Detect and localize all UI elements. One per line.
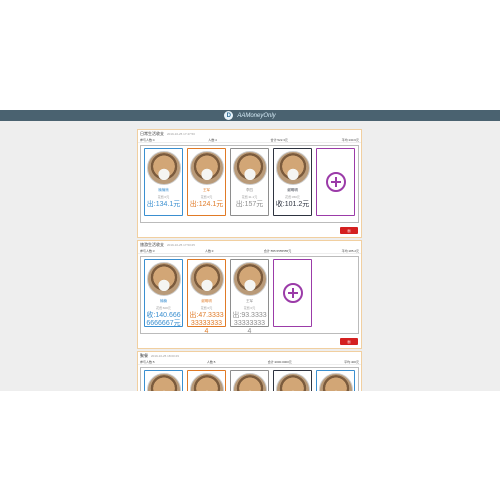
- member-card[interactable]: [230, 370, 269, 391]
- dog-avatar-icon: [232, 151, 267, 185]
- panel-summary: 参与人数:4 人数:4 合计:522.3元 平均:130.6元: [138, 137, 361, 143]
- total-amount: 合计:555.5555555元: [263, 248, 292, 253]
- panel-summary: 参与人数:5 人数:5 合计:2000.0000元 平均:400元: [138, 359, 361, 365]
- main-content[interactable]: 日常生活收支 2019-10-25 17:47:50 参与人数:4 人数:4 合…: [0, 121, 500, 391]
- plus-circle-icon: [282, 283, 303, 303]
- member-card[interactable]: 楠楠熊 花费:0元 出:134.1元: [144, 148, 183, 216]
- member-spent: 花费:0元: [157, 195, 170, 199]
- member-balance: 出:124.1元: [189, 201, 224, 208]
- member-card[interactable]: [187, 370, 226, 391]
- expense-panel: 聚餐 2019-10-25 18:00:29 参与人数:5 人数:5 合计:20…: [137, 351, 362, 391]
- member-balance: 出:47.3333333333334: [189, 312, 224, 335]
- member-card[interactable]: 楠楠 花费:600元 收:140.6666666667元: [144, 259, 183, 327]
- dog-avatar-icon: [275, 151, 310, 185]
- add-member-button[interactable]: [316, 148, 355, 216]
- total-amount: 合计:522.3元: [270, 137, 288, 142]
- member-card[interactable]: 王军 花费:0元 出:93.3333333333334: [230, 259, 269, 335]
- member-card[interactable]: 李四 花费:11.1元 出:157元: [230, 148, 269, 216]
- panel-date: 2019-10-25 17:47:50: [167, 132, 195, 136]
- panel-title: 旅游生活收支: [140, 242, 164, 247]
- expense-panel: 旅游生活收支 2019-10-25 17:53:25 参与人数:3 人数:3 合…: [137, 240, 362, 349]
- panel-footer: 删: [138, 336, 361, 348]
- member-name: 楠楠熊: [158, 188, 169, 192]
- top-navbar: D AAMoneyOnly: [0, 110, 500, 121]
- member-balance: 出:93.3333333333334: [232, 312, 267, 335]
- member-cards: 楠楠 花费:600元 收:140.6666666667元 谢明明 花费:0元 出…: [140, 256, 359, 335]
- people-count: 人数:5: [206, 359, 216, 364]
- member-spent: 花费:0元: [243, 306, 256, 310]
- panel-summary: 参与人数:3 人数:3 合计:555.5555555元 平均:185.2元: [138, 248, 361, 254]
- member-cards: [140, 367, 359, 391]
- member-card[interactable]: [144, 370, 183, 391]
- dog-avatar-icon: [275, 373, 310, 391]
- panel-title: 日常生活收支: [140, 131, 164, 136]
- participant-count: 参与人数:3: [140, 248, 155, 253]
- member-balance: 出:134.1元: [146, 201, 181, 208]
- panel-header: 聚餐 2019-10-25 18:00:29: [138, 352, 361, 359]
- panel-footer: 删: [138, 225, 361, 237]
- member-spent: 花费:11.1元: [241, 195, 258, 199]
- member-spent: 花费:0元: [200, 195, 213, 199]
- member-card[interactable]: 谢明明 花费:0元 出:47.3333333333334: [187, 259, 226, 335]
- average-amount: 平均:400元: [344, 359, 359, 364]
- panel-header: 日常生活收支 2019-10-25 17:47:50: [138, 130, 361, 137]
- average-amount: 平均:185.2元: [341, 248, 359, 253]
- people-count: 人数:4: [208, 137, 217, 142]
- add-member-button[interactable]: [273, 259, 312, 327]
- member-card[interactable]: 王军 花费:0元 出:124.1元: [187, 148, 226, 216]
- member-card[interactable]: 谢明明 花费:360元 收:101.2元: [273, 148, 312, 216]
- panel-header: 旅游生活收支 2019-10-25 17:53:25: [138, 241, 361, 248]
- member-cards: 楠楠熊 花费:0元 出:134.1元 王军 花费:0元 出:124.1元 李四 …: [140, 145, 359, 223]
- member-name: 王军: [246, 299, 253, 303]
- member-name: 楠楠: [160, 299, 167, 303]
- dog-avatar-icon: [146, 151, 181, 185]
- dog-avatar-icon: [189, 262, 224, 296]
- dog-avatar-icon: [189, 373, 224, 391]
- member-balance: 收:101.2元: [275, 201, 310, 208]
- panel-date: 2019-10-25 17:53:25: [167, 243, 195, 247]
- app-logo-icon: D: [224, 111, 234, 120]
- member-balance: 收:140.6666666667元: [146, 312, 181, 327]
- delete-button[interactable]: 删: [340, 338, 358, 345]
- member-name: 谢明明: [201, 299, 212, 303]
- people-count: 人数:3: [204, 248, 214, 253]
- dog-avatar-icon: [146, 373, 181, 391]
- dog-avatar-icon: [318, 373, 353, 391]
- average-amount: 平均:130.6元: [341, 137, 359, 142]
- panel-title: 聚餐: [140, 353, 148, 358]
- member-card[interactable]: [273, 370, 312, 391]
- app-title[interactable]: AAMoneyOnly: [237, 113, 275, 119]
- plus-circle-icon: [325, 172, 346, 192]
- dog-avatar-icon: [232, 262, 267, 296]
- panel-date: 2019-10-25 18:00:29: [151, 354, 179, 358]
- member-balance: 出:157元: [235, 201, 264, 208]
- member-spent: 花费:360元: [285, 195, 300, 199]
- member-spent: 花费:600元: [156, 306, 171, 310]
- total-amount: 合计:2000.0000元: [267, 359, 292, 364]
- participant-count: 参与人数:5: [140, 359, 155, 364]
- dog-avatar-icon: [189, 151, 224, 185]
- expense-panel: 日常生活收支 2019-10-25 17:47:50 参与人数:4 人数:4 合…: [137, 129, 362, 238]
- dog-avatar-icon: [146, 262, 181, 296]
- delete-button[interactable]: 删: [340, 227, 358, 234]
- member-card[interactable]: [316, 370, 355, 391]
- member-name: 李四: [246, 188, 253, 192]
- dog-avatar-icon: [232, 373, 267, 391]
- member-name: 王军: [203, 188, 210, 192]
- member-name: 谢明明: [287, 188, 298, 192]
- member-spent: 花费:0元: [200, 306, 213, 310]
- participant-count: 参与人数:4: [140, 137, 155, 142]
